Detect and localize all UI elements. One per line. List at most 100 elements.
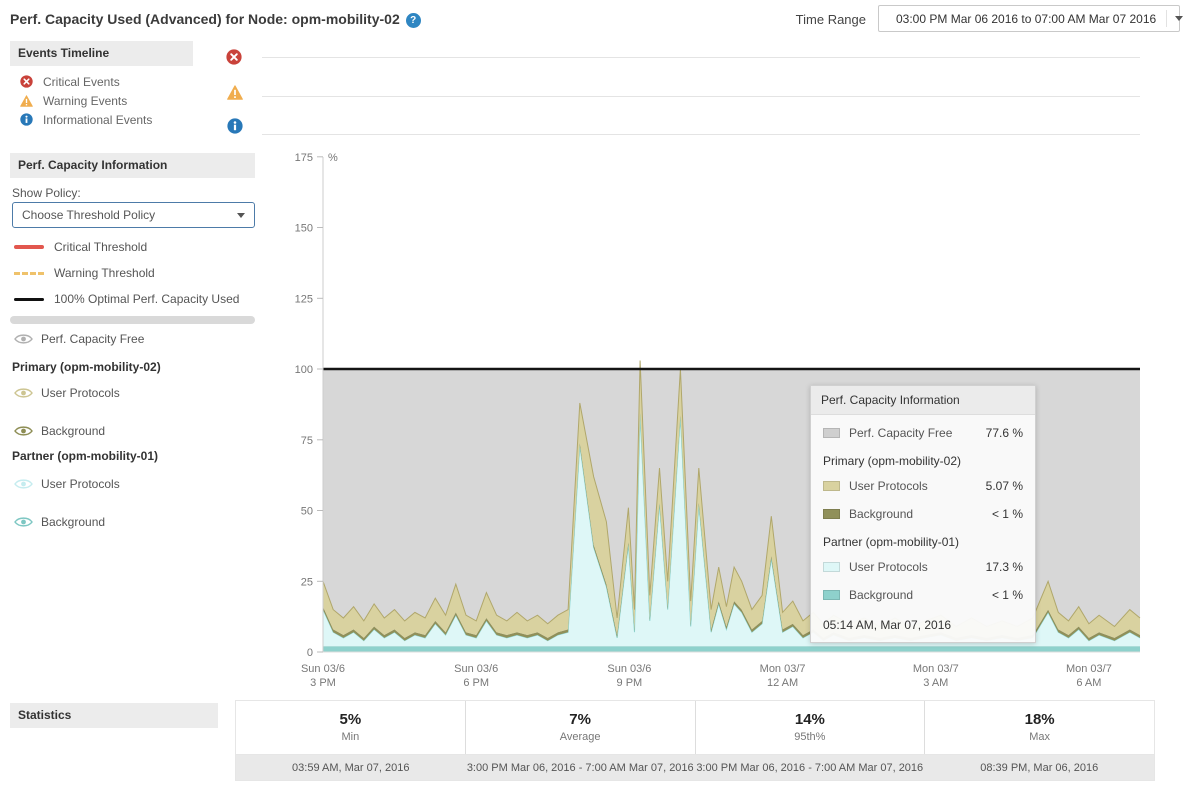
events-timeline-row-line	[262, 134, 1140, 135]
y-tick-label: 0	[307, 647, 313, 659]
critical-icon	[226, 49, 242, 65]
x-tick-hour-label: 3 AM	[923, 677, 948, 689]
y-tick-label: 50	[301, 506, 313, 518]
threshold-legend-item: Critical Threshold	[14, 234, 239, 260]
x-tick-hour-label: 6 PM	[463, 677, 489, 689]
tooltip-series-row: Background< 1 %	[811, 500, 1035, 528]
series-toggle-label: User Protocols	[41, 477, 120, 491]
x-tick-hour-label: 6 AM	[1076, 677, 1101, 689]
x-tick-date-label: Sun 03/6	[301, 663, 345, 675]
eye-icon	[14, 387, 33, 399]
perf-capacity-page: Perf. Capacity Used (Advanced) for Node:…	[0, 0, 1184, 787]
warning-events-row-icon[interactable]	[227, 85, 243, 105]
info-events-row-icon[interactable]	[227, 118, 243, 139]
capacity-info-header: Perf. Capacity Information	[10, 153, 255, 178]
tooltip-timestamp: 05:14 AM, Mar 07, 2016	[811, 609, 1035, 642]
series-toggle-perf-capacity-free-0[interactable]: Perf. Capacity Free	[14, 332, 144, 346]
events-legend-item-info: Informational Events	[20, 110, 152, 129]
tooltip-swatch	[823, 509, 840, 519]
time-range-picker[interactable]: 03:00 PM Mar 06 2016 to 07:00 AM Mar 07 …	[878, 5, 1180, 32]
chart-tooltip: Perf. Capacity Information Perf. Capacit…	[810, 385, 1036, 643]
help-icon[interactable]: ?	[406, 13, 421, 28]
time-range-caret-wrap	[1166, 10, 1183, 27]
events-legend-item-warning: Warning Events	[20, 91, 152, 110]
series-toggle-label: Background	[41, 424, 105, 438]
page-title: Perf. Capacity Used (Advanced) for Node:…	[10, 11, 421, 28]
tooltip-series-row: Background< 1 %	[811, 581, 1035, 609]
tooltip-series-row: Perf. Capacity Free77.6 %	[811, 419, 1035, 447]
threshold-swatch	[14, 298, 44, 301]
eye-icon	[14, 333, 33, 345]
y-tick-label: 125	[295, 293, 313, 305]
series-toggle-label: Perf. Capacity Free	[41, 332, 144, 346]
x-tick-date-label: Mon 03/7	[1066, 663, 1112, 675]
series-toggle-label: Background	[41, 515, 105, 529]
series-group-partner-opm-mobility-01: Partner (opm-mobility-01)	[12, 449, 158, 463]
tooltip-swatch	[823, 590, 840, 600]
warning-icon	[227, 85, 243, 100]
y-tick-label: 25	[301, 576, 313, 588]
tooltip-series-row: User Protocols5.07 %	[811, 472, 1035, 500]
events-legend-label: Critical Events	[43, 75, 120, 89]
info-icon	[227, 118, 243, 134]
tooltip-series-row: User Protocols17.3 %	[811, 553, 1035, 581]
events-timeline-header: Events Timeline	[10, 41, 193, 66]
threshold-legend-item: Warning Threshold	[14, 260, 239, 286]
threshold-policy-select[interactable]: Choose Threshold Policy	[12, 202, 255, 228]
threshold-legend-item: 100% Optimal Perf. Capacity Used	[14, 286, 239, 312]
page-title-text: Perf. Capacity Used (Advanced) for Node:…	[10, 11, 400, 27]
info-icon	[20, 113, 33, 126]
threshold-policy-value: Choose Threshold Policy	[22, 208, 155, 222]
series-toggle-user-protocols-5[interactable]: User Protocols	[14, 477, 120, 491]
events-timeline-row-line	[262, 96, 1140, 97]
stat-95th: 14%95th%	[695, 701, 925, 754]
events-legend-label: Warning Events	[43, 94, 127, 108]
tooltip-swatch	[823, 562, 840, 572]
stat-detail-average: 3:00 PM Mar 06, 2016 - 7:00 AM Mar 07, 2…	[466, 762, 696, 774]
series-toggle-background-3[interactable]: Background	[14, 424, 105, 438]
series-toggle-label: User Protocols	[41, 386, 120, 400]
statistics-table: 5%Min7%Average14%95th%18%Max 03:59 AM, M…	[235, 700, 1155, 781]
sidebar-scrollbar[interactable]	[10, 316, 255, 324]
series-group-primary-opm-mobility-02: Primary (opm-mobility-02)	[12, 360, 161, 374]
tooltip-group-label: Primary (opm-mobility-02)	[811, 447, 1035, 472]
y-tick-label: 75	[301, 435, 313, 447]
critical-icon	[20, 75, 33, 88]
perf-capacity-chart[interactable]: 0255075100125150175%Sun 03/63 PMSun 03/6…	[240, 145, 1184, 690]
stat-max: 18%Max	[924, 701, 1154, 754]
events-legend: Critical Events Warning Events Information…	[20, 72, 152, 129]
y-tick-label: 100	[295, 364, 313, 376]
y-tick-label: 175	[295, 152, 313, 164]
tooltip-group-label: Partner (opm-mobility-01)	[811, 528, 1035, 553]
partner-background-area	[323, 646, 1140, 652]
stat-detail-max: 08:39 PM, Mar 06, 2016	[925, 762, 1155, 774]
stat-min: 5%Min	[236, 701, 465, 754]
x-tick-date-label: Sun 03/6	[454, 663, 498, 675]
x-tick-date-label: Mon 03/7	[760, 663, 806, 675]
x-tick-hour-label: 3 PM	[310, 677, 336, 689]
series-toggle-user-protocols-2[interactable]: User Protocols	[14, 386, 120, 400]
threshold-swatch	[14, 272, 44, 275]
x-tick-date-label: Mon 03/7	[913, 663, 959, 675]
events-legend-item-critical: Critical Events	[20, 72, 152, 91]
series-toggle-background-6[interactable]: Background	[14, 515, 105, 529]
events-legend-label: Informational Events	[43, 113, 152, 127]
events-timeline-row-line	[262, 57, 1140, 58]
x-tick-date-label: Sun 03/6	[607, 663, 651, 675]
eye-icon	[14, 478, 33, 490]
statistics-header: Statistics	[10, 703, 218, 728]
time-range-label: Time Range	[790, 12, 866, 27]
chevron-down-icon	[1175, 16, 1183, 21]
time-range-value: 03:00 PM Mar 06 2016 to 07:00 AM Mar 07 …	[896, 12, 1156, 26]
eye-icon	[14, 425, 33, 437]
critical-events-row-icon[interactable]	[226, 49, 242, 70]
stat-average: 7%Average	[465, 701, 695, 754]
x-tick-hour-label: 12 AM	[767, 677, 798, 689]
stat-detail-min: 03:59 AM, Mar 07, 2016	[236, 762, 466, 774]
show-policy-label: Show Policy:	[12, 186, 81, 200]
y-axis-unit-label: %	[328, 152, 338, 164]
x-tick-hour-label: 9 PM	[617, 677, 643, 689]
tooltip-swatch	[823, 428, 840, 438]
tooltip-title: Perf. Capacity Information	[811, 386, 1035, 415]
eye-icon	[14, 516, 33, 528]
